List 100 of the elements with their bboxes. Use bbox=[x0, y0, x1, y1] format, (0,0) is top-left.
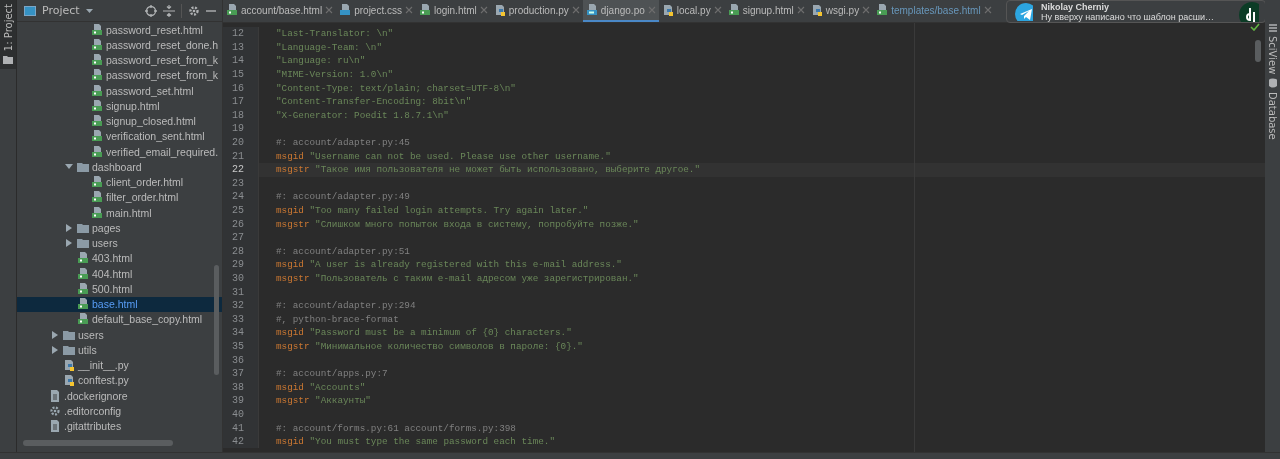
file-item[interactable]: filter_order.html bbox=[106, 191, 179, 204]
code-text: "A user is already registered with this e-mail address." bbox=[309, 259, 622, 271]
sender-name: Nikolay Cherniy bbox=[1041, 1, 1111, 12]
line-number: 34 bbox=[223, 326, 259, 340]
scrollbar[interactable] bbox=[214, 265, 219, 375]
scrollbar[interactable] bbox=[1255, 40, 1261, 62]
folder-item[interactable]: users bbox=[92, 237, 118, 250]
code-text: "Language: ru\n" bbox=[276, 55, 366, 67]
database-icon bbox=[1267, 78, 1278, 89]
editor-tab[interactable]: django.po bbox=[582, 0, 659, 22]
code-keyword: msgid bbox=[276, 327, 304, 339]
editor-tab[interactable]: production.py bbox=[490, 0, 583, 22]
close-icon bbox=[571, 6, 580, 14]
file-icon bbox=[49, 420, 61, 433]
target-icon bbox=[145, 4, 157, 17]
line-number: 14 bbox=[223, 54, 259, 68]
expanded-arrow-icon[interactable] bbox=[65, 163, 73, 171]
file-item[interactable]: 403.html bbox=[92, 252, 133, 265]
collapsed-arrow-icon[interactable] bbox=[65, 239, 73, 248]
tool-window-tab[interactable]: Database bbox=[1267, 92, 1278, 141]
code-keyword: msgstr bbox=[276, 218, 310, 230]
file-item[interactable]: verification_sent.html bbox=[106, 130, 205, 143]
gear-icon bbox=[49, 404, 61, 417]
check-icon bbox=[1250, 23, 1260, 31]
collapsed-arrow-icon[interactable] bbox=[51, 345, 59, 354]
file-item[interactable]: 404.html bbox=[92, 267, 133, 280]
file-item[interactable]: client_order.html bbox=[106, 176, 184, 189]
folder-item[interactable]: utils bbox=[78, 343, 97, 356]
code-text: "Content-Type: text/plain; charset=UTF-8\n" bbox=[276, 82, 516, 94]
file-item[interactable]: .dockerignore bbox=[64, 389, 128, 402]
file-item[interactable]: password_reset.html bbox=[106, 23, 203, 36]
code-text: "Password must be a minimum of {0} characters." bbox=[309, 327, 572, 339]
file-item[interactable]: verified_email_required. bbox=[106, 145, 219, 158]
html-file-icon bbox=[91, 99, 103, 112]
file-item[interactable]: password_reset_from_k bbox=[106, 54, 219, 67]
collapsed-arrow-icon[interactable] bbox=[65, 223, 73, 232]
file-item[interactable]: conftest.py bbox=[78, 374, 129, 387]
file-item[interactable]: password_reset_from_k bbox=[106, 69, 219, 82]
tool-window-tab[interactable]: SciView bbox=[1267, 36, 1278, 75]
folder-icon bbox=[77, 160, 89, 173]
selected-row-highlight[interactable]: base.html bbox=[17, 296, 222, 312]
file-item[interactable]: main.html bbox=[106, 206, 152, 219]
file-item[interactable]: .editorconfig bbox=[64, 404, 122, 417]
folder-item[interactable]: users bbox=[78, 328, 104, 341]
folder-item[interactable]: dashboard bbox=[92, 160, 142, 173]
close-icon bbox=[713, 6, 722, 14]
editor-tab[interactable]: templates/base.html bbox=[873, 0, 995, 22]
file-item[interactable]: password_reset_done.h bbox=[106, 38, 219, 51]
notification-popup[interactable]: Nikolay Cherniy Ну вверху написано что шаблон расши… bbox=[1006, 0, 1265, 23]
file-item[interactable]: password_set.html bbox=[106, 84, 194, 97]
line-number: 12 bbox=[223, 27, 259, 41]
line-number: 24 bbox=[223, 190, 259, 204]
editor-tab[interactable]: local.py bbox=[658, 0, 725, 22]
html-file-icon bbox=[91, 145, 103, 158]
file-item[interactable]: __init__.py bbox=[78, 359, 129, 372]
code-text: "Last-Translator: \n" bbox=[276, 28, 394, 40]
line-number: 41 bbox=[223, 421, 259, 435]
html-file-icon bbox=[91, 54, 103, 67]
close-icon bbox=[647, 6, 656, 14]
editor-tab[interactable]: login.html bbox=[415, 0, 491, 22]
close-icon bbox=[479, 6, 488, 14]
code-keyword: msgstr bbox=[276, 273, 310, 284]
html-file-icon bbox=[418, 4, 431, 16]
collapsed-arrow-icon[interactable] bbox=[51, 330, 59, 339]
editor-tab[interactable]: project.css bbox=[336, 0, 416, 22]
file-item[interactable]: signup_closed.html bbox=[106, 115, 196, 128]
code-text: "Аккаунты" bbox=[315, 395, 371, 407]
line-number: 21 bbox=[223, 149, 259, 163]
editor-tab[interactable]: signup.html bbox=[724, 0, 808, 22]
code-text: "X-Generator: Poedit 1.8.7.1\n" bbox=[276, 109, 449, 121]
scrollbar[interactable] bbox=[23, 440, 173, 446]
panel-title[interactable]: Project bbox=[42, 4, 80, 17]
code-comment: #: account/adapter.py:45 bbox=[276, 137, 410, 149]
python-file-icon bbox=[810, 4, 823, 16]
editor-tab[interactable]: account/base.html bbox=[223, 0, 337, 22]
code-comment: #: account/forms.py:61 account/forms.py:398 bbox=[276, 422, 516, 434]
html-file-icon bbox=[876, 4, 889, 16]
line-number: 16 bbox=[223, 81, 259, 95]
close-icon bbox=[325, 6, 334, 14]
folder-icon bbox=[77, 237, 89, 250]
file-item[interactable]: .gitattributes bbox=[64, 420, 122, 433]
html-file-icon bbox=[91, 84, 103, 97]
file-item[interactable]: signup.html bbox=[106, 99, 160, 112]
code-text: "Username can not be used. Please use other username." bbox=[309, 150, 611, 162]
html-file-icon bbox=[226, 4, 238, 16]
css-file-icon bbox=[339, 4, 352, 16]
file-item[interactable]: 500.html bbox=[92, 282, 133, 295]
code-text: "Too many failed login attempts. Try again later." bbox=[309, 205, 589, 216]
code-keyword: msgstr bbox=[276, 164, 310, 176]
file-item[interactable]: default_base_copy.html bbox=[92, 313, 203, 326]
python-file-icon bbox=[661, 4, 674, 16]
html-file-icon bbox=[77, 282, 89, 295]
window-icon bbox=[24, 5, 36, 16]
folder-icon bbox=[3, 55, 13, 66]
html-file-icon bbox=[77, 298, 89, 311]
editor-tab[interactable]: wsgi.py bbox=[807, 0, 874, 22]
code-text: "Слишком много попыток входа в систему, попробуйте позже." bbox=[315, 218, 639, 230]
folder-icon bbox=[63, 328, 75, 341]
folder-item[interactable]: pages bbox=[92, 221, 121, 234]
file-item[interactable]: base.html bbox=[92, 298, 138, 311]
